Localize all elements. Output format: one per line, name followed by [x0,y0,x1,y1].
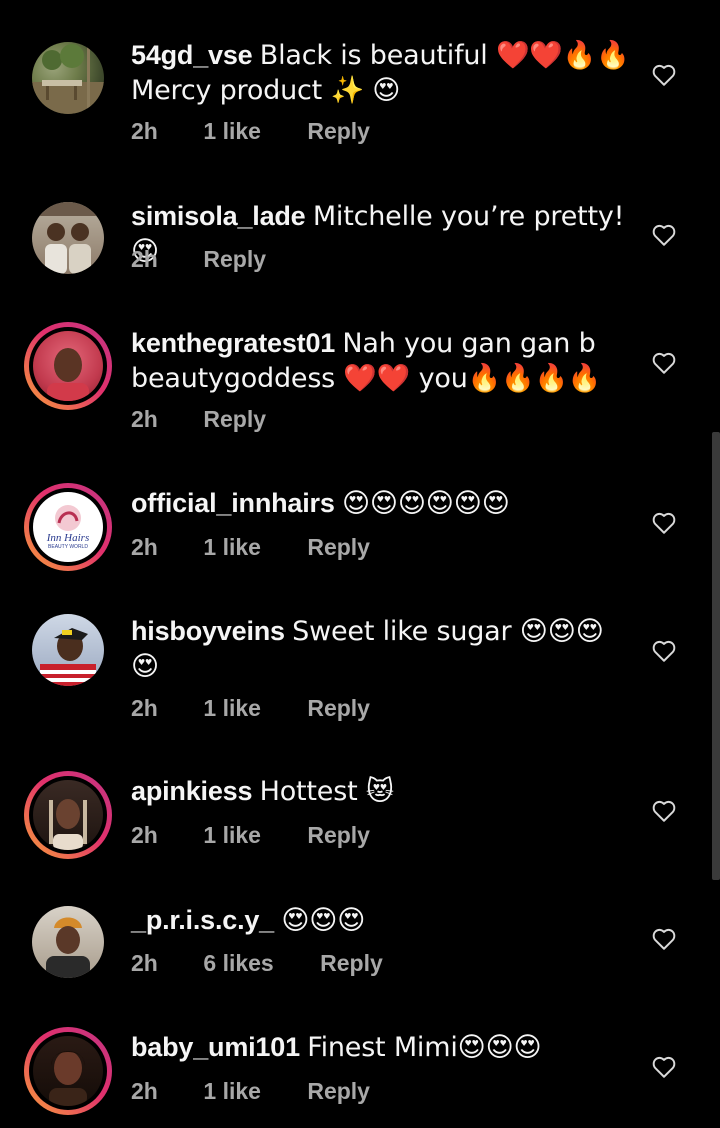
comment-text: official_innhairs 😍😍😍😍😍😍 [131,486,631,521]
comment-username[interactable]: apinkiess [131,776,252,806]
heart-outline-icon[interactable] [651,1054,677,1080]
woman-dark-image [49,1051,87,1106]
comment-meta: 2h 1 like Reply [131,695,370,722]
forest-scene-image [32,42,104,114]
reply-button[interactable]: Reply [307,118,370,145]
man-cap-image [40,628,96,686]
comment-time: 2h [131,406,158,432]
reply-button[interactable]: Reply [307,822,370,849]
comment-text: 54gd_vse Black is beautiful ❤️❤️🔥🔥 Mercy… [131,38,631,108]
comment-time: 2h [131,1078,158,1104]
comment-text: hisboyveins Sweet like sugar 😍😍😍 😍 [131,614,631,684]
avatar[interactable] [32,906,104,978]
innhairs-logo-icon [55,505,81,531]
comment-meta: 2h 6 likes Reply [131,950,383,977]
heart-outline-icon[interactable] [651,350,677,376]
avatar[interactable] [32,614,104,686]
comment-username[interactable]: _p.r.i.s.c.y_ [131,905,274,935]
comment-time: 2h [131,822,158,848]
avatar-image [32,906,104,978]
avatar-image [32,42,104,114]
heart-outline-icon[interactable] [651,510,677,536]
comment-likes[interactable]: 1 like [203,118,261,145]
two-people-image [32,202,104,274]
reply-button[interactable]: Reply [307,695,370,722]
reply-button[interactable]: Reply [307,1078,370,1105]
reply-button[interactable]: Reply [203,406,266,433]
avatar-image [32,614,104,686]
avatar-ring-gap [29,327,107,405]
avatar-image [32,202,104,274]
woman-braids-image [49,799,87,850]
heart-outline-icon[interactable] [651,926,677,952]
heart-outline-icon[interactable] [651,222,677,248]
comment-meta: 2h 1 like Reply [131,534,370,561]
comment-text: _p.r.i.s.c.y_ 😍😍😍 [131,903,631,938]
comment-time: 2h [131,534,158,560]
comment-meta: 2h 1 like Reply [131,1078,370,1105]
comment-likes[interactable]: 1 like [203,695,261,722]
comment-body: Hottest 😻 [259,776,394,807]
avatar-story-ring[interactable]: Inn Hairs BEAUTY WORLD [24,483,112,571]
comment-username[interactable]: hisboyveins [131,616,285,646]
comment-username[interactable]: baby_umi101 [131,1032,300,1062]
comment-meta: 2h 1 like Reply [131,822,370,849]
logo-subtext: BEAUTY WORLD [48,544,88,550]
comment-text: kenthegratest01 Nah you gan gan b beauty… [131,326,631,396]
heart-outline-icon[interactable] [651,798,677,824]
comment-time: 2h [131,950,158,976]
comment-likes[interactable]: 1 like [203,822,261,849]
avatar-story-ring[interactable] [24,771,112,859]
avatar-ring-gap [29,1032,107,1110]
avatar-ring-gap: Inn Hairs BEAUTY WORLD [29,488,107,566]
avatar-story-ring[interactable] [24,1027,112,1115]
comment-text: apinkiess Hottest 😻 [131,774,631,809]
comment-time: 2h [131,246,158,272]
comment-time: 2h [131,695,158,721]
reply-button[interactable]: Reply [307,534,370,561]
woman-headwrap-image [46,917,90,978]
avatar-image: Inn Hairs BEAUTY WORLD [33,492,103,562]
comment-body: 😍😍😍😍😍😍 [341,488,510,519]
comment-meta: 2h 1 like Reply [131,118,370,145]
comment-time: 2h [131,118,158,144]
comment-meta: 2h Reply [131,246,266,273]
comment-meta: 2h Reply [131,406,266,433]
comment-username[interactable]: official_innhairs [131,488,335,518]
avatar-image [33,331,103,401]
comment-body: 😍😍😍 [281,905,366,936]
avatar[interactable] [32,202,104,274]
woman-red-image [47,348,89,401]
scrollbar[interactable] [712,432,720,880]
avatar-story-ring[interactable] [24,322,112,410]
avatar[interactable] [32,42,104,114]
comment-text: baby_umi101 Finest Mimi😍😍😍 [131,1030,631,1065]
comment-username[interactable]: kenthegratest01 [131,328,335,358]
comment-likes[interactable]: 1 like [203,1078,261,1105]
heart-outline-icon[interactable] [651,62,677,88]
avatar-image [33,780,103,850]
avatar-ring-gap [29,776,107,854]
comment-username[interactable]: 54gd_vse [131,40,253,70]
comment-body: Finest Mimi😍😍😍 [307,1032,542,1063]
heart-outline-icon[interactable] [651,638,677,664]
comment-username[interactable]: simisola_lade [131,201,306,231]
avatar-image [33,1036,103,1106]
reply-button[interactable]: Reply [203,246,266,273]
comment-likes[interactable]: 1 like [203,534,261,561]
comment-likes[interactable]: 6 likes [203,950,273,977]
reply-button[interactable]: Reply [320,950,383,977]
logo-text: Inn Hairs [46,532,90,544]
